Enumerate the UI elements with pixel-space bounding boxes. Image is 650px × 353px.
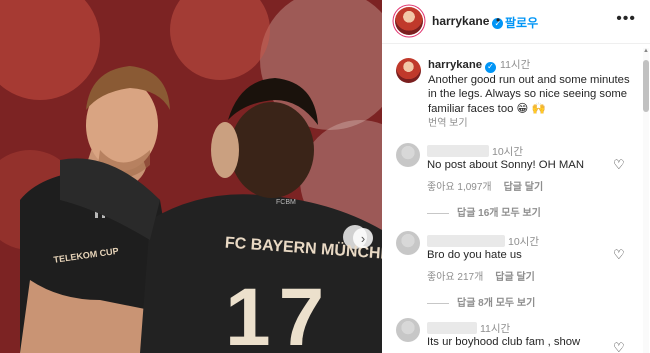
chevron-right-icon: ›: [360, 230, 366, 246]
comment-text: No post about Sonny! OH MAN: [427, 159, 584, 171]
comment-text: Bro do you hate us: [427, 249, 522, 261]
commenter-avatar[interactable]: [396, 318, 420, 342]
author-username[interactable]: harrykane ✓: [432, 14, 504, 29]
more-options-icon[interactable]: •••: [616, 10, 636, 28]
caption-avatar[interactable]: [396, 58, 421, 83]
separator-dot: •: [496, 13, 501, 27]
post-photo[interactable]: FC BAYERN MÜNCHEN 17 FCBM TELEKOM CUP ›: [0, 0, 382, 353]
scroll-up-arrow-icon[interactable]: ▲: [643, 48, 649, 54]
heart-outline-icon[interactable]: ♡: [613, 340, 625, 353]
commenter-name-redacted[interactable]: [427, 322, 477, 334]
caption-time: 11시간: [500, 59, 531, 71]
comment-meta: 좋아요 217개 답글 달기: [427, 268, 547, 283]
view-replies-button[interactable]: 답글 16개 모두 보기: [427, 204, 541, 219]
author-avatar[interactable]: [395, 7, 423, 35]
post-detail-panel: harrykane ✓ • 팔로우 ••• harrykane ✓ 11시간 Anot…: [382, 0, 650, 353]
commenter-name-redacted[interactable]: [427, 145, 489, 157]
post-photo-illustration: FC BAYERN MÜNCHEN 17 FCBM TELEKOM CUP: [0, 0, 382, 353]
post-caption: harrykane ✓ 11시간 Another good run out and …: [428, 58, 636, 132]
comment-meta: 좋아요 1,097개 답글 달기: [427, 178, 555, 193]
comment-text: Its ur boyhood club fam , show: [427, 336, 581, 348]
reply-button[interactable]: 답글 달기: [495, 272, 535, 283]
commenter-avatar[interactable]: [396, 231, 420, 255]
heart-outline-icon[interactable]: ♡: [613, 157, 625, 173]
post-header: harrykane ✓ • 팔로우 •••: [382, 0, 650, 44]
verified-badge-icon: ✓: [485, 61, 497, 73]
comment-likes[interactable]: 좋아요 217개: [427, 272, 483, 283]
author-username-text[interactable]: harrykane: [432, 14, 489, 28]
heart-outline-icon[interactable]: ♡: [613, 247, 625, 263]
commenter-name-redacted[interactable]: [427, 235, 505, 247]
follow-button[interactable]: 팔로우: [505, 14, 538, 31]
reply-button[interactable]: 답글 달기: [504, 182, 544, 193]
comment-time: 10시간: [508, 236, 539, 248]
comment-time: 11시간: [480, 323, 511, 335]
caption-text: Another good run out and some minutes in…: [428, 73, 630, 115]
caption-username[interactable]: harrykane: [428, 59, 482, 71]
jersey-number: 17: [225, 272, 332, 353]
comment-time: 10시간: [492, 146, 523, 158]
view-replies-button[interactable]: 답글 8개 모두 보기: [427, 294, 535, 309]
next-photo-button[interactable]: ›: [353, 228, 373, 248]
translate-link[interactable]: 번역 보기: [428, 117, 636, 132]
comments-scroll-thumb[interactable]: [643, 60, 649, 112]
jersey-badge-text: FCBM: [276, 199, 296, 206]
comment-likes[interactable]: 좋아요 1,097개: [427, 182, 492, 193]
commenter-avatar[interactable]: [396, 143, 420, 167]
